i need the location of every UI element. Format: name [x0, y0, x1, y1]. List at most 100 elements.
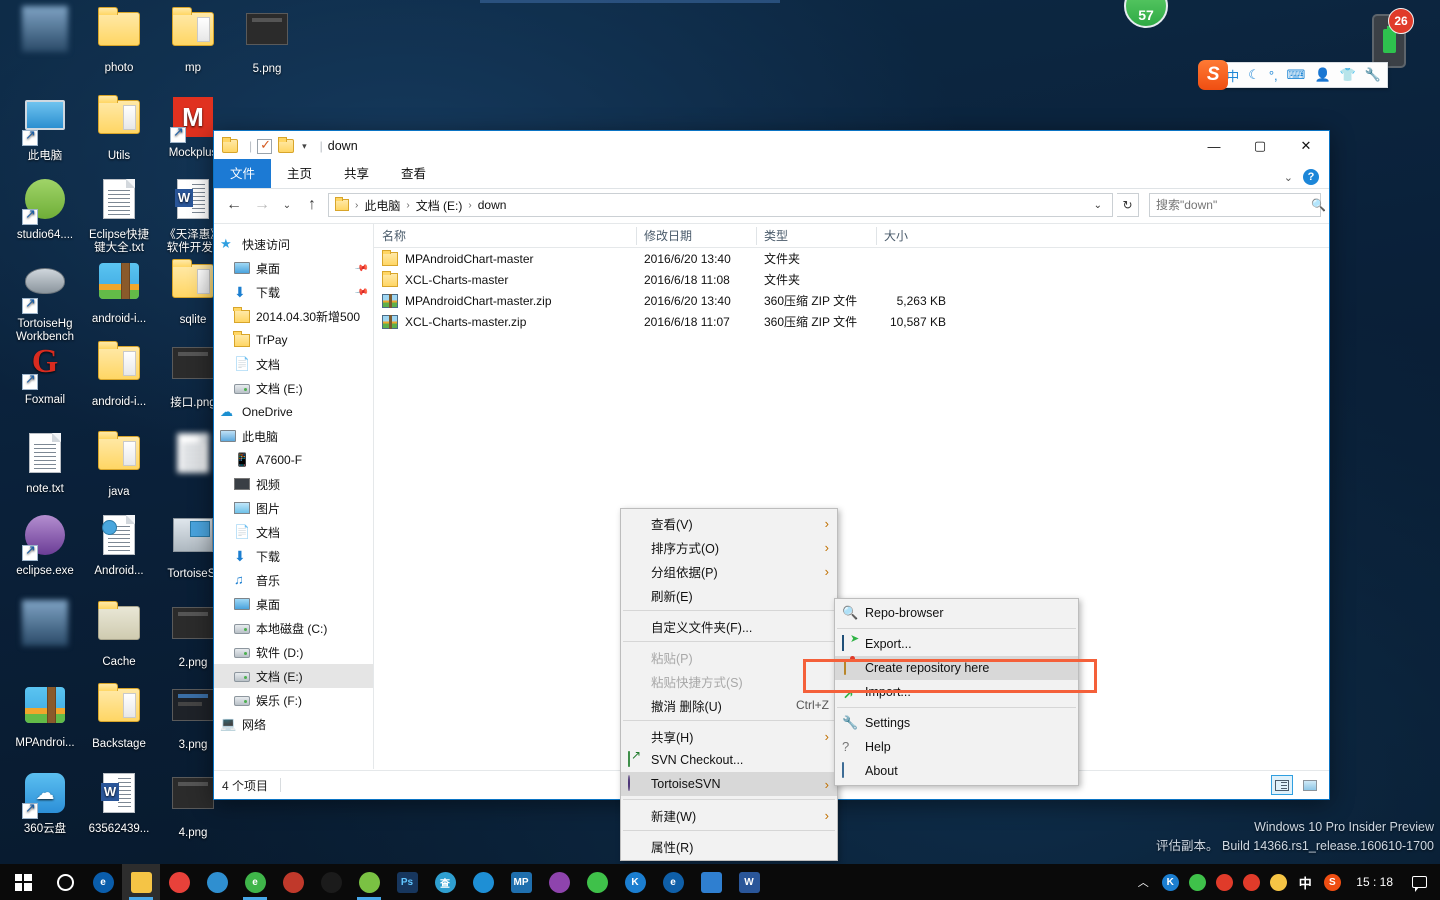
file-name-cell[interactable]: MPAndroidChart-master.zip [374, 293, 636, 308]
ime-language-icon[interactable]: 中 [1226, 66, 1239, 85]
nav-item-13[interactable]: ⬇ 下载 [214, 544, 373, 568]
tab-share[interactable]: 共享 [328, 159, 385, 188]
taskbar-planet-icon[interactable] [540, 864, 578, 900]
refresh-button[interactable]: ↻ [1117, 193, 1139, 217]
tray-sogou-tray-icon[interactable]: S [1319, 864, 1345, 900]
taskbar-qq-penguin-icon[interactable] [312, 864, 350, 900]
svn-menu-item-8[interactable]: About [835, 759, 1078, 783]
tab-home[interactable]: 主页 [271, 159, 328, 188]
action-center-button[interactable] [1404, 864, 1434, 900]
punctuation-icon[interactable]: °, [1269, 68, 1278, 83]
column-header-1[interactable]: 修改日期 [636, 224, 756, 248]
pin-icon[interactable]: 📌 [354, 260, 369, 275]
tab-file[interactable]: 文件 [214, 159, 272, 188]
help-icon[interactable]: ? [1303, 169, 1319, 185]
new-folder-icon[interactable] [278, 137, 295, 153]
sogou-ime-toolbar[interactable]: S 中 ☾ °, ⌨ 👤 👕 🔧 [1198, 60, 1388, 90]
taskbar-youdao-icon[interactable]: 查 [426, 864, 464, 900]
desktop-icon-notetxt[interactable]: note.txt [8, 430, 82, 496]
context-menu-item-13[interactable]: TortoiseSVN › [621, 772, 837, 796]
taskbar-kingsoft-icon[interactable]: K [616, 864, 654, 900]
user-icon[interactable]: 👤 [1314, 67, 1330, 83]
svn-menu-item-0[interactable]: 🔍 Repo-browser [835, 601, 1078, 625]
tab-view[interactable]: 查看 [385, 159, 442, 188]
nav-item-19[interactable]: 娱乐 (F:) [214, 688, 373, 712]
tray-qq2-tray-icon[interactable] [1238, 864, 1264, 900]
context-menu-item-11[interactable]: 共享(H) › [621, 724, 837, 748]
recent-locations-icon[interactable]: ⌄ [278, 193, 296, 217]
taskbar-word-icon[interactable]: W [730, 864, 768, 900]
taskbar-pinned-apps[interactable]: e e Ps 查 MP Ke W [84, 864, 768, 900]
taskbar-clock[interactable]: 15 : 18 [1346, 864, 1403, 900]
desktop-icon-photo[interactable]: photo [82, 6, 156, 75]
nav-item-0[interactable]: ★ 快速访问 [214, 232, 373, 256]
table-row[interactable]: XCL-Charts-master 2016/6/18 11:08 文件夹 [374, 269, 1329, 290]
taskbar-android-studio-icon[interactable] [350, 864, 388, 900]
table-row[interactable]: MPAndroidChart-master.zip 2016/6/20 13:40… [374, 290, 1329, 311]
desktop-icon-android[interactable]: Android... [82, 512, 156, 578]
quick-access-folder-icon[interactable] [222, 137, 238, 153]
window-control-buttons[interactable]: — ▢ ✕ [1191, 131, 1329, 161]
taskbar-wechat-icon[interactable] [578, 864, 616, 900]
file-name-cell[interactable]: XCL-Charts-master.zip [374, 314, 636, 329]
svn-menu-item-7[interactable]: ? Help [835, 735, 1078, 759]
tray-ime-tray-icon[interactable]: 中 [1292, 864, 1318, 900]
skin-icon[interactable]: 👕 [1340, 67, 1356, 83]
column-header-0[interactable]: 名称 ⌃ [374, 224, 636, 248]
desktop-icon-utils[interactable]: Utils [82, 94, 156, 163]
context-menu-item-2[interactable]: 分组依据(P) › [621, 559, 837, 583]
desktop-icon-androidi[interactable]: android-i... [82, 258, 156, 326]
search-box[interactable]: 🔍 [1149, 193, 1326, 217]
file-list[interactable]: MPAndroidChart-master 2016/6/20 13:40 文件夹 X… [374, 248, 1329, 332]
desktop-icon-63562439[interactable]: W 63562439... [82, 770, 156, 836]
taskbar-user-avatar-icon[interactable] [274, 864, 312, 900]
desktop-icon-5png[interactable]: 5.png [230, 6, 304, 76]
context-menu-item-17[interactable]: 属性(R) [621, 834, 837, 858]
tray-qq-tray-icon[interactable] [1211, 864, 1237, 900]
file-name-cell[interactable]: XCL-Charts-master [374, 270, 636, 287]
customize-caret-icon[interactable]: ▾ [302, 141, 307, 152]
context-menu-item-15[interactable]: 新建(W) › [621, 803, 837, 827]
context-menu-item-3[interactable]: 刷新(E) [621, 583, 837, 607]
cortana-search-button[interactable] [46, 864, 84, 900]
view-mode-buttons[interactable] [1271, 775, 1321, 795]
nav-item-16[interactable]: 本地磁盘 (C:) [214, 616, 373, 640]
nav-item-10[interactable]: 视频 [214, 472, 373, 496]
breadcrumb-dropdown-icon[interactable]: ⌄ [1088, 200, 1108, 211]
moon-icon[interactable]: ☾ [1248, 67, 1260, 83]
explorer-ribbon-tabs[interactable]: 文件 主页 共享 查看 ⌄ ? [214, 159, 1329, 189]
desktop-icon-mp[interactable]: mp [156, 6, 230, 75]
forward-button[interactable]: → [250, 193, 274, 217]
context-menu-item-9[interactable]: 撤消 删除(U) Ctrl+Z [621, 693, 837, 717]
nav-item-6[interactable]: 文档 (E:) [214, 376, 373, 400]
nav-item-12[interactable]: 📄 文档 [214, 520, 373, 544]
svn-menu-item-2[interactable]: Export... [835, 632, 1078, 656]
back-button[interactable]: ← [222, 193, 246, 217]
breadcrumb-item-1[interactable]: 文档 (E:) [414, 197, 465, 214]
table-row[interactable]: XCL-Charts-master.zip 2016/6/18 11:07 360压… [374, 311, 1329, 332]
tortoisesvn-submenu[interactable]: 🔍 Repo-browser Export... Create repository … [834, 598, 1079, 786]
breadcrumb-item-0[interactable]: 此电脑 [362, 197, 402, 214]
svn-menu-item-6[interactable]: 🔧 Settings [835, 711, 1078, 735]
desktop-icon-java[interactable]: java [82, 430, 156, 499]
desktop-icon-studio64[interactable]: studio64.... [8, 176, 82, 242]
desktop-icon-item0[interactable] [8, 6, 82, 56]
column-header-2[interactable]: 类型 [756, 224, 876, 248]
context-menu-item-1[interactable]: 排序方式(O) › [621, 535, 837, 559]
desktop-icon-item4[interactable]: 此电脑 [8, 94, 82, 163]
nav-item-7[interactable]: ☁ OneDrive [214, 400, 373, 424]
nav-item-9[interactable]: 📱 A7600-F [214, 448, 373, 472]
taskbar-mp-icon[interactable]: MP [502, 864, 540, 900]
desktop-icon-backstage[interactable]: Backstage [82, 682, 156, 751]
nav-item-4[interactable]: TrPay [214, 328, 373, 352]
column-headers[interactable]: 名称 ⌃ 修改日期 类型 大小 [374, 224, 1329, 248]
large-icons-view-button[interactable] [1299, 775, 1321, 795]
chevron-down-icon[interactable]: ⌄ [1284, 171, 1293, 184]
tray-kingsoft-tray-icon[interactable]: K [1157, 864, 1183, 900]
close-button[interactable]: ✕ [1283, 131, 1329, 161]
breadcrumb[interactable]: › 此电脑 › 文档 (E:) › down ⌄ [328, 193, 1113, 217]
desktop-icon-androidi[interactable]: android-i... [82, 340, 156, 409]
nav-item-17[interactable]: 软件 (D:) [214, 640, 373, 664]
breadcrumb-item-2[interactable]: down [476, 198, 509, 212]
nav-item-8[interactable]: 此电脑 [214, 424, 373, 448]
